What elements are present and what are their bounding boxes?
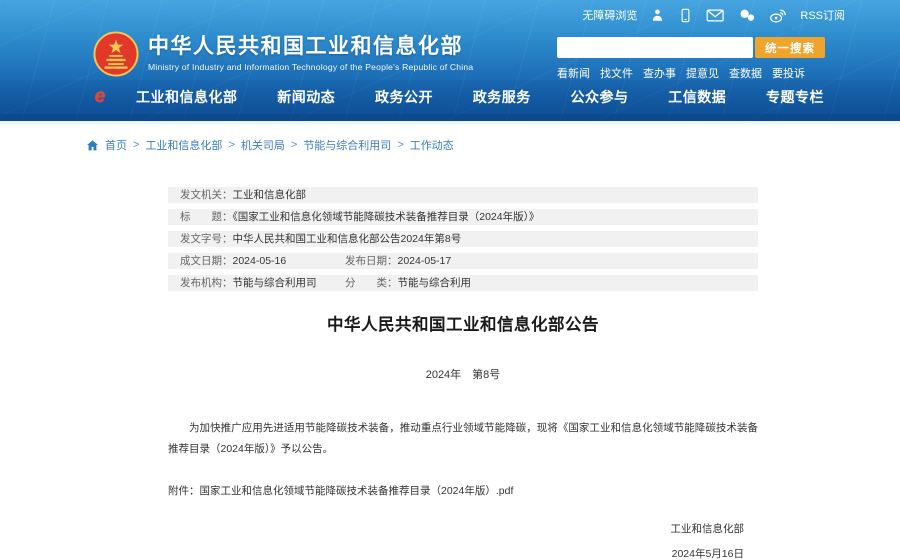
header: 中华人民共和国工业和信息化部 Ministry of Industry and … <box>0 30 900 80</box>
breadcrumb-item-1[interactable]: 工业和信息化部 <box>145 137 222 153</box>
breadcrumb-item-0[interactable]: 首页 <box>105 137 127 153</box>
nav-item-1[interactable]: 新闻动态 <box>277 87 335 107</box>
meta-value: 工业和信息化部 <box>233 189 307 201</box>
nav-item-2[interactable]: 政务公开 <box>375 87 433 107</box>
banner-fade <box>0 121 900 127</box>
mascot-icon[interactable] <box>650 8 665 23</box>
meta-cell: 发文字号：中华人民共和国工业和信息化部公告2024年第8号 <box>180 233 461 245</box>
page: 无障碍浏览 RSS订阅 <box>0 0 900 560</box>
site-subtitle: Ministry of Industry and Information Tec… <box>148 62 473 72</box>
meta-cell: 发布日期：2024-05-17 <box>345 253 451 269</box>
meta-label: 分 类： <box>345 277 398 289</box>
breadcrumb-item-2[interactable]: 机关司局 <box>241 137 285 153</box>
breadcrumb-separator: > <box>397 139 403 151</box>
meta-cell: 成文日期：2024-05-16 <box>180 255 286 267</box>
meta-cell: 标 题：《国家工业和信息化领域节能降碳技术装备推荐目录（2024年版）》 <box>180 211 539 223</box>
rss-link[interactable]: RSS订阅 <box>800 7 845 23</box>
search-cluster: 统一搜索 看新闻找文件查办事提意见查数据要投诉 <box>557 37 825 81</box>
signature-agency: 工业和信息化部 <box>168 517 744 542</box>
meta-cell: 发布机构：节能与综合利用司 <box>180 277 317 289</box>
meta-value: 节能与综合利用司 <box>233 277 317 289</box>
national-emblem-icon <box>93 31 139 77</box>
meta-value: 2024-05-16 <box>233 255 287 267</box>
document-title: 中华人民共和国工业和信息化部公告 <box>168 311 758 335</box>
miit-logo-icon[interactable]: e <box>90 87 110 107</box>
site-banner: 无障碍浏览 RSS订阅 <box>0 0 900 121</box>
meta-label: 发文机关： <box>180 189 233 201</box>
search-input[interactable] <box>557 37 753 58</box>
quick-link-4[interactable]: 查数据 <box>729 65 762 81</box>
nav-item-6[interactable]: 专题专栏 <box>766 87 824 107</box>
quick-link-2[interactable]: 查办事 <box>643 65 676 81</box>
meta-value: 中华人民共和国工业和信息化部公告2024年第8号 <box>233 233 462 245</box>
quick-link-5[interactable]: 要投诉 <box>772 65 805 81</box>
main-nav: e 工业和信息化部 新闻动态 政务公开 政务服务 公众参与 工信数据 专题专栏 <box>0 80 900 121</box>
meta-row-2: 发文字号：中华人民共和国工业和信息化部公告2024年第8号 <box>168 231 758 247</box>
site-title: 中华人民共和国工业和信息化部 <box>148 34 473 60</box>
nav-item-3[interactable]: 政务服务 <box>473 87 531 107</box>
accessibility-link[interactable]: 无障碍浏览 <box>582 7 637 23</box>
breadcrumb-item-4[interactable]: 工作动态 <box>410 137 454 153</box>
meta-cell: 发文机关：工业和信息化部 <box>180 189 306 201</box>
mobile-icon[interactable] <box>678 8 693 23</box>
meta-value: 2024-05-17 <box>398 255 452 267</box>
breadcrumb-separator: > <box>133 139 139 151</box>
nav-item-5[interactable]: 工信数据 <box>668 87 726 107</box>
breadcrumb-item-3[interactable]: 节能与综合利用司 <box>303 137 391 153</box>
breadcrumb-separator: > <box>228 139 234 151</box>
nav-item-4[interactable]: 公众参与 <box>571 87 629 107</box>
mail-icon[interactable] <box>706 8 724 23</box>
meta-table: 发文机关：工业和信息化部标 题：《国家工业和信息化领域节能降碳技术装备推荐目录（… <box>168 187 758 291</box>
meta-label: 发文字号： <box>180 233 233 245</box>
attachment-link[interactable]: 附件：国家工业和信息化领域节能降碳技术装备推荐目录（2024年版）.pdf <box>168 483 758 498</box>
meta-cell: 分 类：节能与综合利用 <box>345 275 471 291</box>
meta-value: 《国家工业和信息化领域节能降碳技术装备推荐目录（2024年版）》 <box>233 211 540 223</box>
signature-block: 工业和信息化部 2024年5月16日 <box>168 517 758 560</box>
document-paragraph: 为加快推广应用先进适用节能降碳技术装备，推动重点行业领域节能降碳，现将《国家工业… <box>168 418 758 460</box>
meta-label: 发布机构： <box>180 277 233 289</box>
signature-date: 2024年5月16日 <box>168 542 744 560</box>
nav-item-0[interactable]: 工业和信息化部 <box>136 87 238 107</box>
meta-label: 发布日期： <box>345 255 398 267</box>
meta-value: 节能与综合利用 <box>398 277 472 289</box>
weibo-icon[interactable] <box>769 8 787 23</box>
meta-label: 标 题： <box>180 211 233 223</box>
quick-link-3[interactable]: 提意见 <box>686 65 719 81</box>
topbar: 无障碍浏览 RSS订阅 <box>0 0 900 30</box>
meta-row-3: 成文日期：2024-05-16 发布日期：2024-05-17 <box>168 253 758 269</box>
breadcrumb: 首页 > 工业和信息化部 > 机关司局 > 节能与综合利用司 > 工作动态 <box>86 136 900 154</box>
document-area: 发文机关：工业和信息化部标 题：《国家工业和信息化领域节能降碳技术装备推荐目录（… <box>168 187 758 560</box>
quick-link-0[interactable]: 看新闻 <box>557 65 590 81</box>
search-button[interactable]: 统一搜索 <box>755 37 825 58</box>
meta-row-4: 发布机构：节能与综合利用司 分 类：节能与综合利用 <box>168 275 758 291</box>
issue-number: 2024年 第8号 <box>168 366 758 382</box>
meta-row-0: 发文机关：工业和信息化部 <box>168 187 758 203</box>
breadcrumb-separator: > <box>291 139 297 151</box>
wechat-icon[interactable] <box>738 8 756 23</box>
home-icon[interactable] <box>86 139 99 152</box>
meta-label: 成文日期： <box>180 255 233 267</box>
quick-links: 看新闻找文件查办事提意见查数据要投诉 <box>557 65 825 81</box>
meta-row-1: 标 题：《国家工业和信息化领域节能降碳技术装备推荐目录（2024年版）》 <box>168 209 758 225</box>
quick-link-1[interactable]: 找文件 <box>600 65 633 81</box>
